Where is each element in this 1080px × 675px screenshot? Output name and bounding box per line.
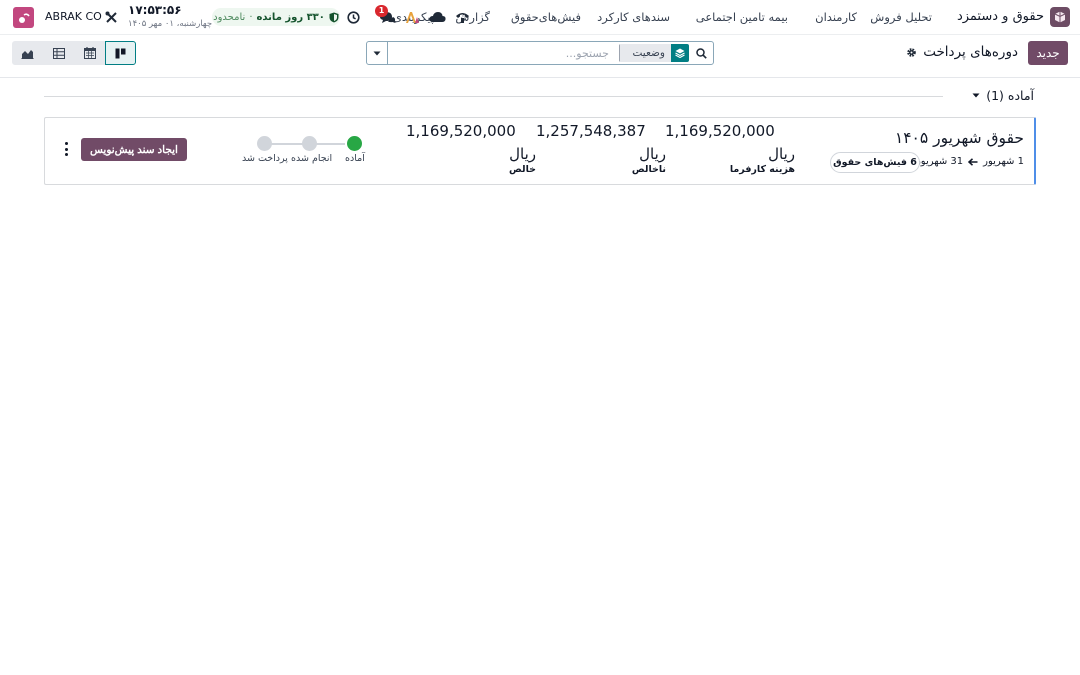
arrow-left-icon (968, 157, 978, 166)
net-currency: ریال (509, 145, 536, 163)
employer-cost-value: 1,169,520,000 (665, 122, 775, 140)
clock-icon[interactable] (346, 9, 361, 25)
gross-label: ناخالص (631, 164, 666, 175)
period-start: 1 شهریور (983, 156, 1024, 167)
net-label: خالص (509, 164, 536, 175)
chat-icon[interactable]: 1 (375, 5, 396, 25)
create-draft-entry-button[interactable]: ایجاد سند پیش‌نویس (81, 138, 187, 161)
menu-payslips[interactable]: فیش‌های‌حقوق (511, 10, 581, 24)
search-input[interactable] (389, 44, 609, 62)
facet-remove-icon[interactable] (619, 44, 627, 62)
layers-icon (671, 44, 689, 62)
list-view-icon[interactable] (43, 41, 74, 65)
chevron-down-icon[interactable] (367, 42, 388, 64)
new-button[interactable]: جدید (1028, 41, 1068, 65)
trial-days-left: ۳۳۰ روز مانده (256, 11, 325, 23)
caret-down-icon (972, 93, 980, 98)
status-label-ready: آماده (345, 153, 365, 164)
tools-icon[interactable] (104, 9, 118, 25)
graph-view-icon[interactable] (12, 41, 43, 65)
ai-assistant-icon[interactable] (404, 9, 420, 25)
payroll-app-icon[interactable] (1050, 7, 1070, 27)
status-bar: آماده انجام شده پرداخت شد (241, 136, 366, 176)
calendar-view-icon[interactable] (74, 41, 105, 65)
top-navbar: حقوق و دستمزد تحلیل فروش کارمندان بیمه ت… (0, 0, 1080, 35)
trial-unlimited: نامحدود (213, 11, 246, 23)
search-bar: وضعیت (366, 41, 714, 65)
net-column: 1,169,520,000 ریال خالص (406, 122, 536, 175)
menu-work-documents[interactable]: سندهای کارکرد (597, 10, 670, 24)
status-label-paid: پرداخت شد (242, 153, 288, 164)
menu-social-insurance[interactable]: بیمه تامین اجتماعی (696, 10, 788, 24)
period-end: 31 شهریور (915, 156, 964, 167)
status-dot-paid[interactable] (257, 136, 272, 151)
menu-sales-analysis[interactable]: تحلیل فروش (870, 10, 932, 24)
search-icon[interactable] (689, 42, 713, 64)
menu-employees[interactable]: کارمندان (815, 10, 857, 24)
employer-cost-label: هزینه کارفرما (729, 164, 795, 175)
app-name[interactable]: حقوق و دستمزد (957, 9, 1044, 24)
clock-date: چهارشنبه، ۰۱ مهر ۱۴۰۵ (128, 19, 213, 29)
subscription-status[interactable]: ۳۳۰ روز مانده · نامحدود (212, 8, 340, 26)
gross-value: 1,257,548,387 (536, 122, 646, 140)
page-title: دوره‌های پرداخت (923, 44, 1018, 60)
trial-separator: · (249, 11, 253, 23)
employer-cost-column: 1,169,520,000 ریال هزینه کارفرما (665, 122, 795, 175)
card-period: 1 شهریور 31 شهریور (916, 156, 1024, 167)
status-dot-ready[interactable] (347, 136, 362, 151)
cloud-icon[interactable] (428, 9, 446, 25)
search-facet-status[interactable]: وضعیت (619, 44, 689, 62)
view-switcher (12, 41, 136, 65)
gross-column: 1,257,548,387 ریال ناخالص (536, 122, 666, 175)
payrun-card[interactable]: حقوق شهریور ۱۴۰۵ 1 شهریور 31 شهریور 6 فی… (44, 117, 1036, 185)
facet-label: وضعیت (626, 44, 671, 62)
breadcrumb: دوره‌های پرداخت (906, 44, 1018, 60)
shield-icon (329, 12, 339, 23)
company-avatar-icon[interactable] (13, 7, 34, 28)
group-divider (44, 96, 943, 97)
net-value: 1,169,520,000 (406, 122, 516, 140)
employer-cost-currency: ریال (768, 145, 795, 163)
clock-time: ۱۷:۵۳:۵۶ (128, 3, 182, 17)
phone-icon[interactable] (454, 9, 470, 25)
kanban-view-icon[interactable] (105, 41, 136, 65)
chat-badge: 1 (375, 5, 388, 17)
group-title: آماده (1) (986, 88, 1034, 103)
gross-currency: ریال (639, 145, 666, 163)
gear-icon[interactable] (906, 47, 917, 58)
status-dot-done[interactable] (302, 136, 317, 151)
company-name[interactable]: ABRAK CO (45, 10, 102, 23)
group-header-ready[interactable]: آماده (1) (972, 88, 1034, 103)
payslips-count-button[interactable]: 6 فیش‌های حقوق (830, 152, 920, 173)
card-title: حقوق شهریور ۱۴۰۵ (894, 129, 1024, 147)
control-panel-divider (0, 77, 1080, 78)
status-label-done: انجام شده (291, 153, 333, 164)
more-options-icon[interactable] (62, 142, 70, 156)
